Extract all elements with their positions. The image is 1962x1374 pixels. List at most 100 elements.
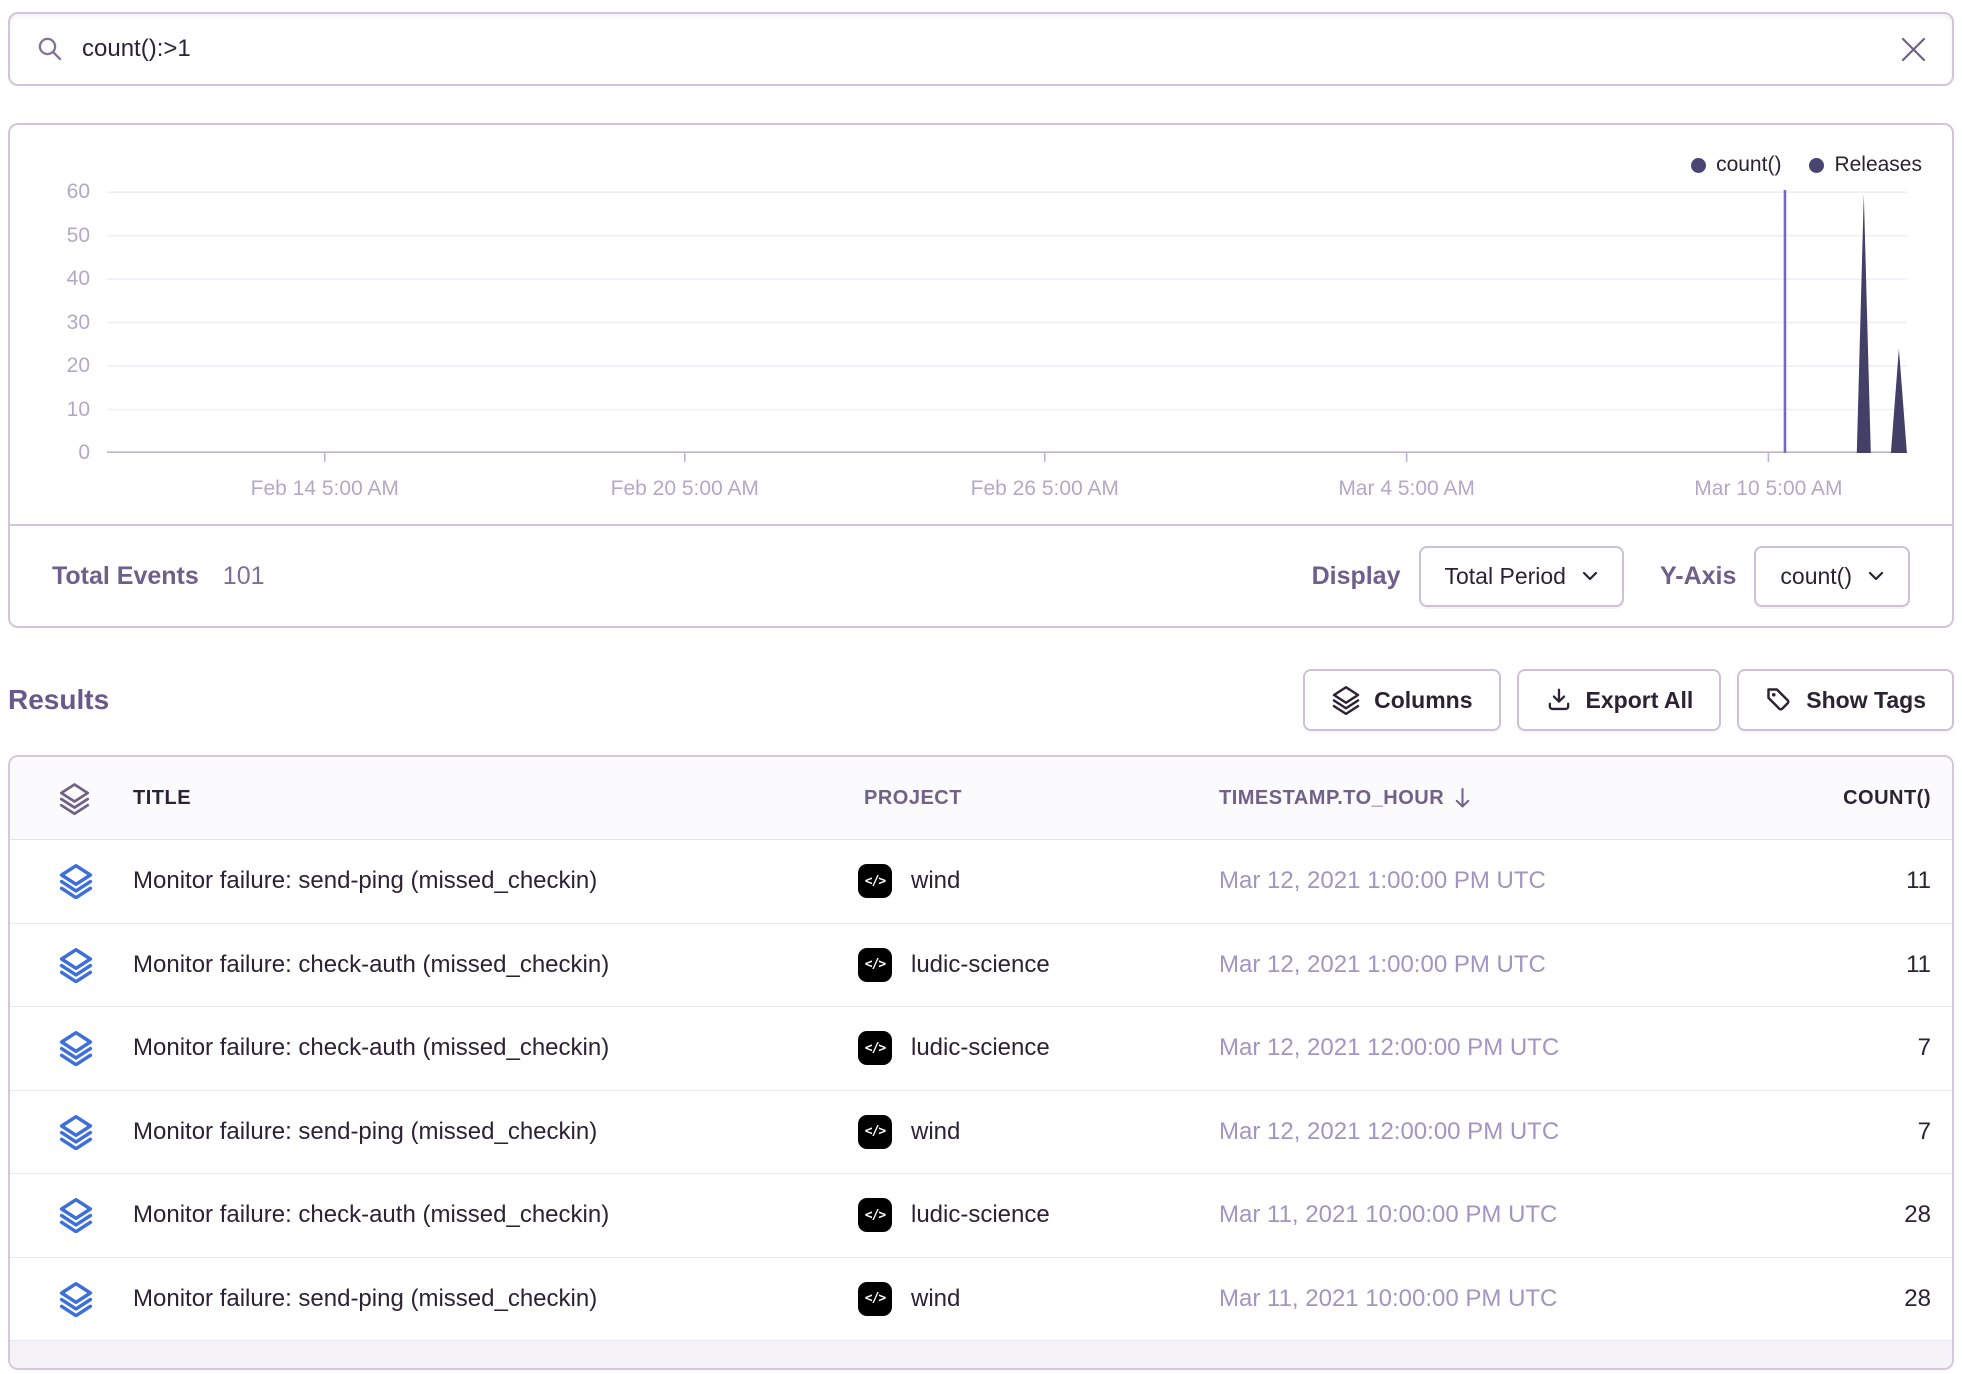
download-icon (1545, 686, 1573, 714)
project-name: wind (911, 867, 960, 895)
y-axis-tick-label: 20 (10, 354, 90, 378)
column-header-title[interactable]: TITLE (125, 787, 850, 810)
row-icon-cell (10, 863, 125, 899)
timestamp-cell: Mar 12, 2021 1:00:00 PM UTC (1175, 951, 1745, 979)
event-title-link[interactable]: Monitor failure: check-auth (missed_chec… (125, 1201, 850, 1229)
project-name: wind (911, 1285, 960, 1313)
table-row[interactable]: Monitor failure: send-ping (missed_check… (10, 840, 1952, 924)
table-row[interactable]: Monitor failure: check-auth (missed_chec… (10, 1007, 1952, 1091)
project-cell: </> wind (850, 1115, 1175, 1149)
yaxis-select-value: count() (1780, 563, 1852, 590)
row-icon-cell (10, 1281, 125, 1317)
results-heading: Results (8, 684, 109, 716)
stack-icon (58, 782, 91, 815)
project-cell: </> ludic-science (850, 948, 1175, 982)
export-all-button[interactable]: Export All (1517, 669, 1722, 731)
stacked-events-icon (58, 1197, 94, 1233)
project-cell: </> ludic-science (850, 1198, 1175, 1232)
project-name: ludic-science (911, 1201, 1050, 1229)
legend-item-releases[interactable]: Releases (1809, 153, 1922, 177)
total-events-value: 101 (223, 562, 265, 591)
table-header-row: TITLE PROJECT TIMESTAMP.TO_HOUR COUNT() (10, 757, 1952, 840)
y-axis-tick-label: 0 (10, 441, 90, 465)
search-input[interactable]: count():>1 (82, 35, 1901, 63)
tag-icon (1765, 686, 1793, 714)
x-axis-tick-label: Feb 20 5:00 AM (611, 477, 759, 501)
sort-desc-icon (1452, 786, 1473, 810)
project-cell: </> ludic-science (850, 1031, 1175, 1065)
table-row[interactable]: Monitor failure: check-auth (missed_chec… (10, 924, 1952, 1008)
count-cell: 11 (1745, 951, 1952, 979)
yaxis-select[interactable]: count() (1754, 546, 1910, 607)
total-events-label: Total Events (52, 562, 199, 591)
stacked-events-icon (58, 863, 94, 899)
legend-dot-icon (1691, 158, 1706, 173)
table-row[interactable]: Monitor failure: send-ping (missed_check… (10, 1258, 1952, 1342)
row-icon-cell (10, 947, 125, 983)
column-header-timestamp[interactable]: TIMESTAMP.TO_HOUR (1175, 786, 1745, 810)
timestamp-cell: Mar 11, 2021 10:00:00 PM UTC (1175, 1201, 1745, 1229)
yaxis-label: Y-Axis (1660, 562, 1736, 591)
platform-icon: </> (858, 948, 892, 982)
chart-footer: Total Events 101 Display Total Period Y-… (10, 524, 1952, 626)
table-row[interactable]: Monitor failure: check-auth (missed_chec… (10, 1174, 1952, 1258)
chart-panel: count() Releases Total Events 101 Displa… (8, 123, 1954, 628)
columns-button[interactable]: Columns (1303, 669, 1500, 731)
display-select-value: Total Period (1445, 563, 1566, 590)
event-title-link[interactable]: Monitor failure: send-ping (missed_check… (125, 867, 850, 895)
stacked-events-icon (58, 947, 94, 983)
column-header-count[interactable]: COUNT() (1745, 787, 1952, 810)
platform-icon: </> (858, 1198, 892, 1232)
y-axis-tick-label: 30 (10, 311, 90, 335)
timestamp-cell: Mar 12, 2021 1:00:00 PM UTC (1175, 867, 1745, 895)
event-count-chart[interactable] (107, 190, 1907, 453)
display-select[interactable]: Total Period (1419, 546, 1624, 607)
search-bar[interactable]: count():>1 (8, 12, 1954, 86)
column-header-project[interactable]: PROJECT (850, 787, 1175, 810)
results-header-row: Results Columns Export All (8, 660, 1954, 740)
timestamp-cell: Mar 12, 2021 12:00:00 PM UTC (1175, 1118, 1745, 1146)
table-row[interactable]: Monitor failure: send-ping (missed_check… (10, 1091, 1952, 1175)
y-axis-tick-label: 10 (10, 398, 90, 422)
legend-item-count[interactable]: count() (1691, 153, 1781, 177)
legend-dot-icon (1809, 158, 1824, 173)
display-label: Display (1312, 562, 1401, 591)
y-axis-tick-label: 40 (10, 267, 90, 291)
table-footer-strip (10, 1341, 1952, 1368)
platform-icon: </> (858, 1282, 892, 1316)
event-title-link[interactable]: Monitor failure: check-auth (missed_chec… (125, 951, 850, 979)
chart-legend: count() Releases (1691, 153, 1922, 177)
project-cell: </> wind (850, 864, 1175, 898)
event-title-link[interactable]: Monitor failure: check-auth (missed_chec… (125, 1034, 850, 1062)
row-icon-cell (10, 1030, 125, 1066)
stacked-events-icon (58, 1114, 94, 1150)
legend-label: Releases (1834, 153, 1922, 177)
columns-button-label: Columns (1374, 687, 1472, 714)
platform-icon: </> (858, 864, 892, 898)
count-cell: 28 (1745, 1285, 1952, 1313)
project-name: ludic-science (911, 1034, 1050, 1062)
chevron-down-icon (1868, 571, 1884, 581)
x-axis-tick-label: Feb 14 5:00 AM (251, 477, 399, 501)
total-events: Total Events 101 (52, 562, 265, 591)
clear-search-icon[interactable] (1901, 37, 1926, 62)
timestamp-cell: Mar 12, 2021 12:00:00 PM UTC (1175, 1034, 1745, 1062)
layers-icon (1331, 685, 1361, 715)
count-cell: 7 (1745, 1034, 1952, 1062)
count-cell: 28 (1745, 1201, 1952, 1229)
count-cell: 7 (1745, 1118, 1952, 1146)
row-icon-cell (10, 1197, 125, 1233)
stacked-events-icon (58, 1030, 94, 1066)
y-axis-tick-label: 50 (10, 224, 90, 248)
project-name: wind (911, 1118, 960, 1146)
header-stack-icon-cell[interactable] (10, 782, 125, 815)
x-axis-tick-label: Feb 26 5:00 AM (971, 477, 1119, 501)
show-tags-button[interactable]: Show Tags (1737, 669, 1954, 731)
event-title-link[interactable]: Monitor failure: send-ping (missed_check… (125, 1118, 850, 1146)
chart-plot-area (107, 190, 1907, 453)
chevron-down-icon (1582, 571, 1598, 581)
legend-label: count() (1716, 153, 1781, 177)
results-table: TITLE PROJECT TIMESTAMP.TO_HOUR COUNT() (8, 755, 1954, 1370)
event-title-link[interactable]: Monitor failure: send-ping (missed_check… (125, 1285, 850, 1313)
timestamp-cell: Mar 11, 2021 10:00:00 PM UTC (1175, 1285, 1745, 1313)
